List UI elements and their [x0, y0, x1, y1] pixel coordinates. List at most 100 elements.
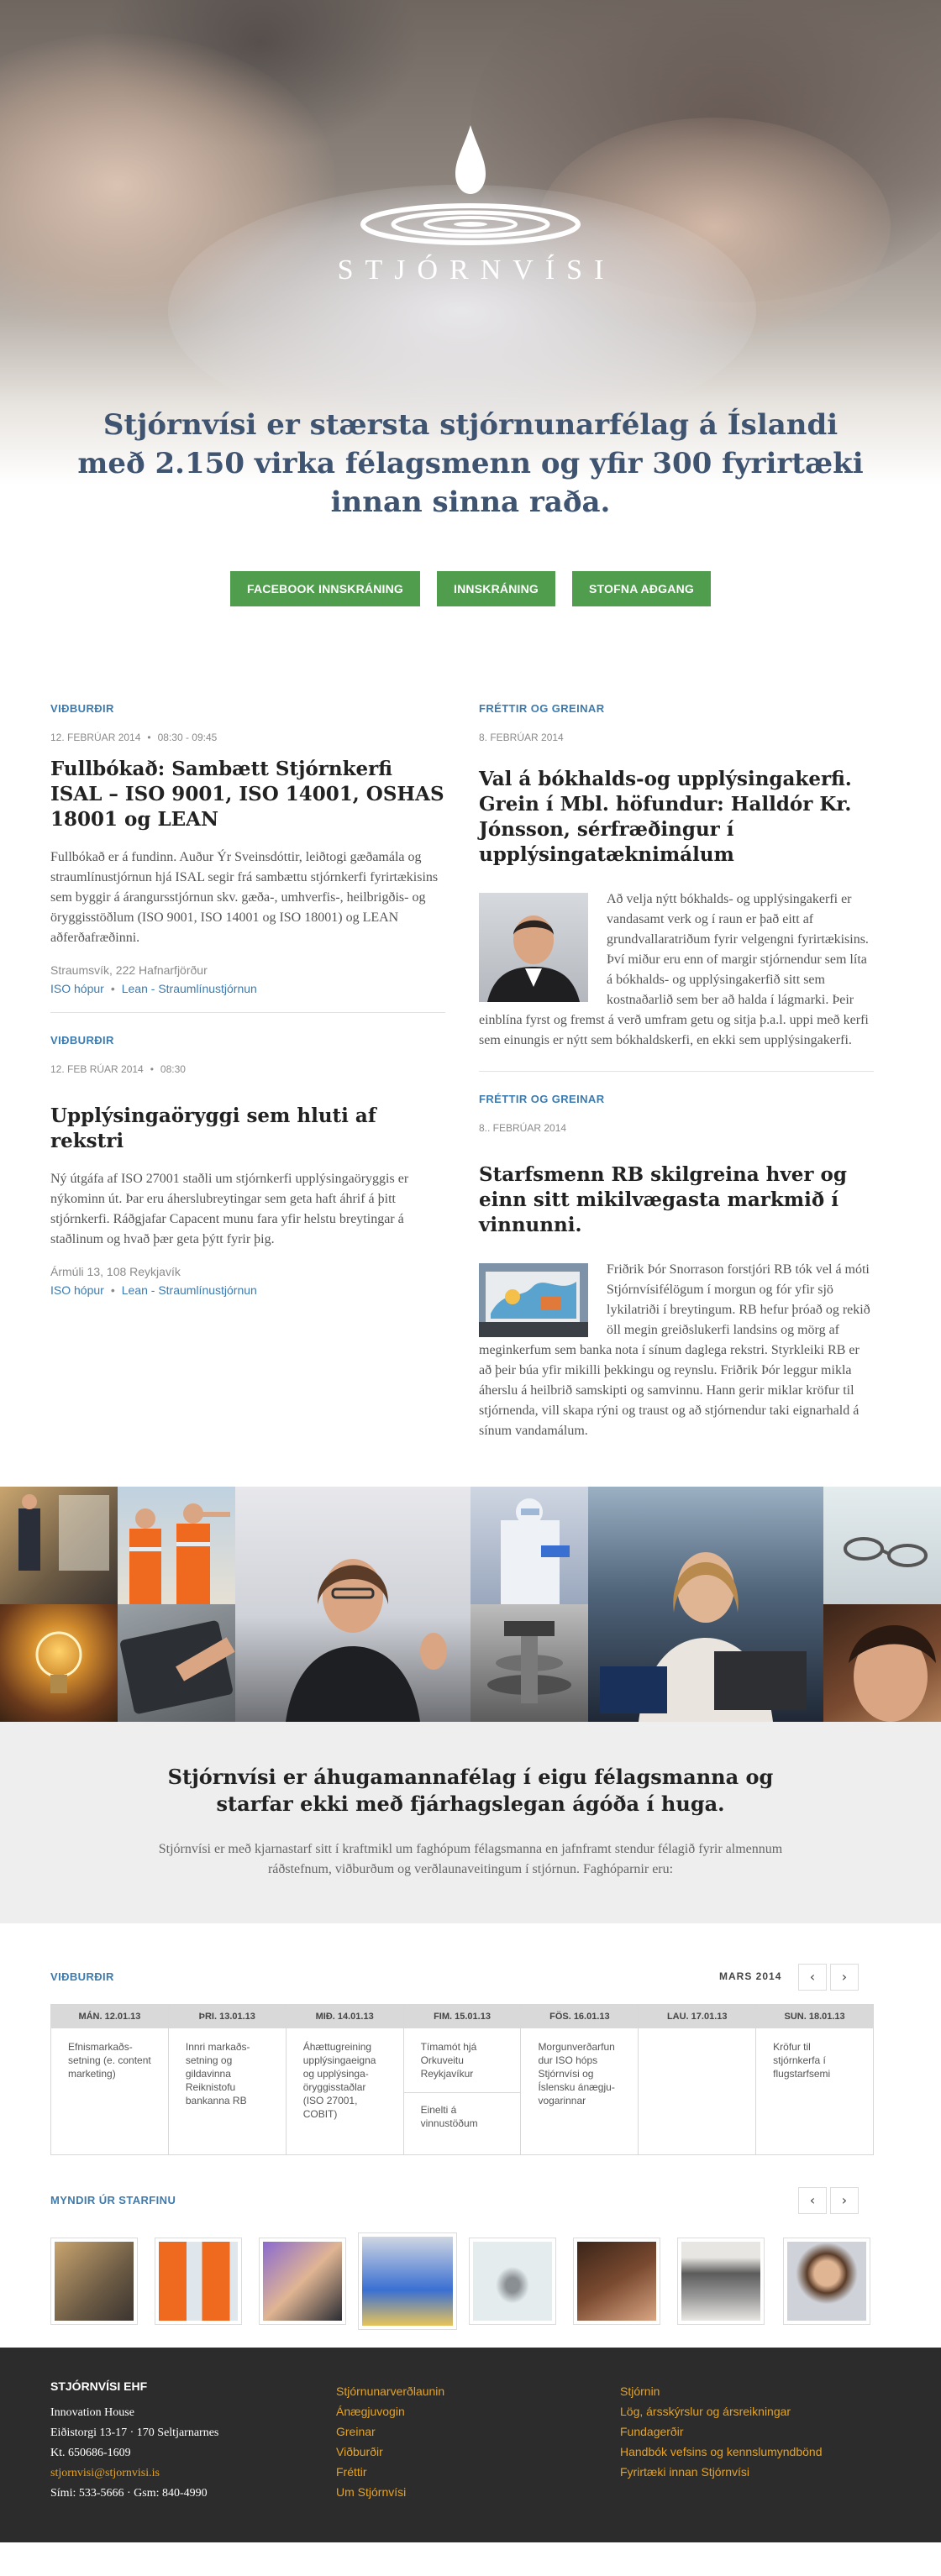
calendar-event[interactable]: Kröfur til stjórnkerfa í flugstarfsemi	[756, 2028, 873, 2080]
tag-link[interactable]: ISO hópur	[50, 982, 104, 995]
event-tags: ISO hópur • Lean - Straumlínustjórnun	[50, 982, 445, 995]
gallery-thumbnail[interactable]	[573, 2238, 660, 2325]
calendar-event[interactable]: Áhættugreining upplýsingaeigna og upplýs…	[287, 2028, 403, 2121]
event-tags: ISO hópur • Lean - Straumlínustjórnun	[50, 1283, 445, 1297]
calendar-event[interactable]: Morgunverðarfun dur ISO hóps Stjórnvísi …	[521, 2028, 638, 2107]
footer-link[interactable]: Lög, ársskýrslur og ársreikningar	[620, 2401, 823, 2421]
tag-link[interactable]: ISO hópur	[50, 1283, 104, 1297]
footer-link[interactable]: Fréttir	[336, 2462, 444, 2482]
footer-link[interactable]: Ánægjuvogin	[336, 2401, 444, 2421]
next-month-button[interactable]: ›	[830, 1964, 859, 1991]
tag-link[interactable]: Lean - Straumlínustjórnun	[122, 982, 257, 995]
section-label[interactable]: VIÐBURÐIR	[50, 1034, 445, 1047]
site-logo[interactable]: STJÓRNVÍSI	[0, 122, 941, 286]
photo-tablet	[118, 1604, 235, 1722]
footer-link[interactable]: Greinar	[336, 2421, 444, 2442]
create-account-button[interactable]: STOFNA AÐGANG	[572, 571, 711, 606]
day-header: MIÐ. 14.01.13	[286, 2005, 403, 2028]
event-date: 12. FEB RÚAR 2014	[50, 1063, 144, 1075]
calendar-day: MIÐ. 14.01.13 Áhættugreining upplýsingae…	[286, 2005, 404, 2154]
site-footer: STJÓRNVÍSI EHF Innovation House Eiðistor…	[0, 2348, 941, 2542]
login-button[interactable]: INNSKRÁNING	[437, 571, 555, 606]
about-section: Stjórnvísi er áhugamannafélag í eigu fél…	[0, 1722, 941, 1923]
event-time: 08:30 - 09:45	[157, 732, 218, 743]
day-header: ÞRI. 13.01.13	[168, 2005, 286, 2028]
facebook-login-button[interactable]: FACEBOOK INNSKRÁNING	[230, 571, 421, 606]
photo-gallery: MYNDIR ÚR STARFINU ‹ ›	[0, 2175, 941, 2348]
day-header: LAU. 17.01.13	[639, 2005, 756, 2028]
photo-meeting	[588, 1487, 823, 1722]
gallery-thumbnail[interactable]	[50, 2238, 138, 2325]
events-news-section: VIÐBURÐIR 12. FEBRÚAR 2014 • 08:30 - 09:45…	[0, 655, 941, 1487]
separator-dot: •	[147, 732, 151, 743]
news-date: 8.. FEBRÚAR 2014	[479, 1122, 567, 1134]
footer-link[interactable]: Stjórnin	[620, 2381, 823, 2401]
day-header: FIM. 15.01.13	[403, 2005, 521, 2028]
about-text: Stjórnvísi er með kjarnastarf sitt í kra…	[158, 1842, 783, 1876]
section-label[interactable]: FRÉTTIR OG GREINAR	[479, 1093, 874, 1105]
footer-link[interactable]: Fyrirtæki innan Stjórnvísi	[620, 2462, 823, 2482]
news-item: FRÉTTIR OG GREINAR 8.. FEBRÚAR 2014 Star…	[479, 1093, 874, 1441]
footer-link[interactable]: Fundagerðir	[620, 2421, 823, 2442]
event-description: Fullbókað er á fundinn. Auður Ýr Sveinsd…	[50, 850, 439, 945]
tag-link[interactable]: Lean - Straumlínustjórnun	[122, 1283, 257, 1297]
calendar-event[interactable]: Innri markaðs-setning og gildavinna Reik…	[169, 2028, 286, 2107]
day-header: FÖS. 16.01.13	[521, 2005, 639, 2028]
day-header: SUN. 18.01.13	[756, 2005, 874, 2028]
gallery-thumbnails	[50, 2232, 874, 2330]
about-title: Stjórnvísi er áhugamannafélag í eigu fél…	[167, 1765, 774, 1816]
calendar-event[interactable]: Tímamót hjá Orkuveitu Reykjavíkur	[404, 2028, 521, 2080]
footer-company-name: STJÓRNVÍSI EHF	[50, 2379, 148, 2393]
footer-links: Stjórnin Lög, ársskýrslur og ársreikning…	[620, 2381, 823, 2482]
section-label[interactable]: VIÐBURÐIR	[50, 1970, 114, 1983]
photo-machine	[470, 1604, 588, 1722]
footer-link[interactable]: Stjórnunarverðlaunin	[336, 2381, 444, 2401]
section-label[interactable]: FRÉTTIR OG GREINAR	[479, 702, 874, 715]
gallery-thumbnail[interactable]	[783, 2238, 870, 2325]
calendar-day: LAU. 17.01.13	[639, 2005, 757, 2154]
photo-lightbulb	[0, 1604, 118, 1722]
calendar-day: FÖS. 16.01.13 Morgunverðarfun dur ISO hó…	[521, 2005, 639, 2154]
event-date: 12. FEBRÚAR 2014	[50, 732, 141, 743]
calendar-event[interactable]: Efnismarkaðs-setning (e. content marketi…	[51, 2028, 168, 2080]
gallery-thumbnail-active[interactable]	[358, 2232, 457, 2330]
news-title[interactable]: Val á bókhalds-og upplýsingakerfi. Grein…	[479, 767, 874, 868]
news-body: Friðrik Þór Snorrason forstjóri RB tók v…	[479, 1260, 874, 1441]
event-meta: 12. FEB RÚAR 2014 • 08:30	[50, 1063, 445, 1075]
event-meta: 12. FEBRÚAR 2014 • 08:30 - 09:45	[50, 732, 445, 743]
hero: STJÓRNVÍSI Stjórnvísi er stærsta stjórnu…	[0, 0, 941, 655]
news-body: Að velja nýtt bókhalds- og upplýsingaker…	[479, 889, 874, 1051]
event-title[interactable]: Fullbókað: Sambætt Stjórnkerfi ISAL – IS…	[50, 757, 445, 832]
gallery-thumbnail[interactable]	[469, 2238, 556, 2325]
footer-link[interactable]: Handbók vefsins og kennslumyndbönd	[620, 2442, 823, 2462]
event-item: VIÐBURÐIR 12. FEB RÚAR 2014 • 08:30 Upplýs…	[50, 1034, 445, 1297]
footer-link[interactable]: Viðburðir	[336, 2442, 444, 2462]
footer-email-link[interactable]: stjornvisi@stjornvisi.is	[50, 2463, 218, 2484]
calendar-event[interactable]: Einelti á vinnustöðum	[403, 2092, 521, 2130]
footer-phone: Sími: 533-5666 · Gsm: 840-4990	[50, 2487, 208, 2500]
login-buttons: FACEBOOK INNSKRÁNING INNSKRÁNING STOFNA …	[0, 571, 941, 606]
gallery-nav: ‹ ›	[798, 2187, 859, 2214]
divider	[479, 1071, 874, 1072]
hero-title: Stjórnvísi er stærsta stjórnunarfélag á …	[77, 408, 864, 519]
gallery-thumbnail[interactable]	[155, 2238, 242, 2325]
section-label[interactable]: VIÐBURÐIR	[50, 702, 445, 715]
section-label[interactable]: MYNDIR ÚR STARFINU	[50, 2194, 176, 2206]
gallery-thumbnail[interactable]	[677, 2238, 765, 2325]
author-photo[interactable]	[479, 893, 588, 1002]
footer-link[interactable]: Um Stjórnvísi	[336, 2482, 444, 2502]
separator-dot: •	[110, 982, 115, 995]
news-title[interactable]: Starfsmenn RB skilgreina hver og einn si…	[479, 1162, 874, 1238]
event-item: VIÐBURÐIR 12. FEBRÚAR 2014 • 08:30 - 09:45…	[50, 702, 445, 995]
next-photo-button[interactable]: ›	[830, 2187, 859, 2214]
gallery-thumbnail[interactable]	[259, 2238, 346, 2325]
prev-month-button[interactable]: ‹	[798, 1964, 827, 1991]
event-title[interactable]: Upplýsingaöryggi sem hluti af rekstri	[50, 1104, 445, 1154]
calendar-day: ÞRI. 13.01.13 Innri markaðs-setning og g…	[168, 2005, 287, 2154]
event-time: 08:30	[160, 1063, 186, 1075]
news-photo[interactable]	[479, 1263, 588, 1337]
calendar-month: MARS 2014	[719, 1970, 782, 1982]
news-item: FRÉTTIR OG GREINAR 8. FEBRÚAR 2014 Val á…	[479, 702, 874, 1051]
footer-address-line: Innovation House	[50, 2406, 134, 2419]
prev-photo-button[interactable]: ‹	[798, 2187, 827, 2214]
